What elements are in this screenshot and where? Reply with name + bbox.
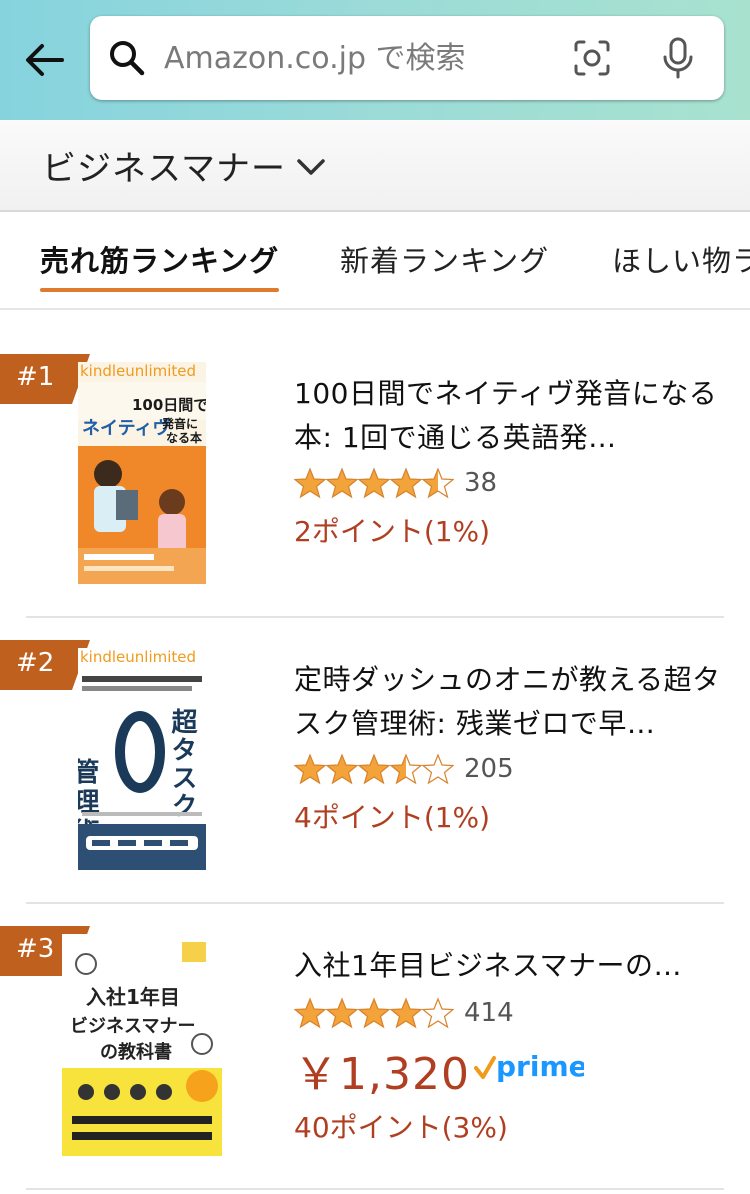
microphone-icon	[663, 37, 693, 79]
back-arrow-icon	[26, 44, 64, 76]
tab-new-releases[interactable]: 新着ランキング	[340, 238, 549, 280]
camera-search-button[interactable]	[564, 28, 620, 88]
ranking-tabs: 売れ筋ランキング 新着ランキング ほしい物ラ	[0, 212, 750, 310]
rank-badge: #1	[0, 354, 90, 404]
cover-title-2: 超タスク	[167, 708, 197, 820]
star-icon	[294, 468, 454, 498]
rank-badge: #2	[0, 640, 90, 690]
tab-wishlist[interactable]: ほしい物ラ	[612, 238, 750, 280]
rank-number: #3	[16, 934, 55, 964]
review-count[interactable]: 414	[464, 998, 514, 1028]
cover-title-3: の教科書	[100, 1041, 172, 1063]
search-input[interactable]	[164, 28, 564, 88]
cover-title-1: 入社1年目	[86, 985, 180, 1009]
star-icon	[294, 998, 454, 1028]
search-icon	[90, 16, 164, 100]
tab-bestsellers[interactable]: 売れ筋ランキング	[40, 238, 280, 292]
back-button[interactable]	[20, 36, 68, 84]
divider	[26, 1188, 724, 1190]
rank-number: #2	[16, 648, 55, 678]
cover-title-2: ビジネスマナー	[70, 1016, 195, 1037]
cover-title-4: なる本	[166, 430, 202, 445]
category-label: ビジネスマナー	[42, 148, 286, 189]
star-rating: 414	[294, 996, 514, 1030]
book-cover[interactable]: kindleunlimited 管理術 超タスク	[78, 648, 206, 870]
prime-check-icon	[474, 1056, 496, 1079]
kindle-badge: kindleunlimited	[80, 362, 196, 380]
points-label: 40ポイント(3%)	[294, 1111, 508, 1144]
points-label: 2ポイント(1%)	[294, 515, 491, 548]
product-title[interactable]: 100日間でネイティヴ発音になる本: 1回で通じる英語発…	[294, 372, 724, 460]
product-title[interactable]: 定時ダッシュのオニが教える超タスク管理術: 残業ゼロで早…	[294, 658, 724, 746]
book-cover[interactable]: 入社1年目 ビジネスマナー の教科書	[62, 934, 222, 1156]
prime-badge: prime	[474, 1050, 584, 1083]
cover-title-3: 発音に	[161, 416, 198, 431]
review-count[interactable]: 38	[464, 468, 497, 498]
star-icon	[294, 754, 454, 784]
search-box[interactable]	[90, 16, 724, 100]
ranking-item-2[interactable]: #2 kindleunlimited 管理術 超タスク 定時ダッシュのオニが教え…	[0, 618, 750, 904]
ranking-item-3[interactable]: #3 入社1年目 ビジネスマナー の教科書 入社1年目ビジネスマナーの… 414…	[0, 904, 750, 1190]
kindle-badge: kindleunlimited	[80, 648, 196, 666]
voice-search-button[interactable]	[650, 28, 706, 88]
review-count[interactable]: 205	[464, 754, 514, 784]
star-rating: 205	[294, 752, 514, 786]
prime-label: prime	[496, 1050, 584, 1083]
rank-number: #1	[16, 362, 55, 392]
star-rating: 38	[294, 466, 497, 500]
chevron-down-icon	[297, 159, 325, 175]
cover-title-2: ネイティヴ	[82, 417, 171, 439]
points-label: 4ポイント(1%)	[294, 801, 491, 834]
camera-icon	[574, 40, 610, 76]
ranking-item-1[interactable]: #1 kindleunlimited 100日間で ネイティヴ 発音に なる本 …	[0, 310, 750, 618]
book-cover[interactable]: kindleunlimited 100日間で ネイティヴ 発音に なる本	[78, 362, 206, 584]
product-title[interactable]: 入社1年目ビジネスマナーの…	[294, 944, 724, 988]
category-selector[interactable]: ビジネスマナー	[0, 120, 750, 212]
top-header	[0, 0, 750, 120]
cover-title-1: 100日間で	[132, 396, 206, 414]
price-label: ￥1,320	[294, 1049, 470, 1100]
